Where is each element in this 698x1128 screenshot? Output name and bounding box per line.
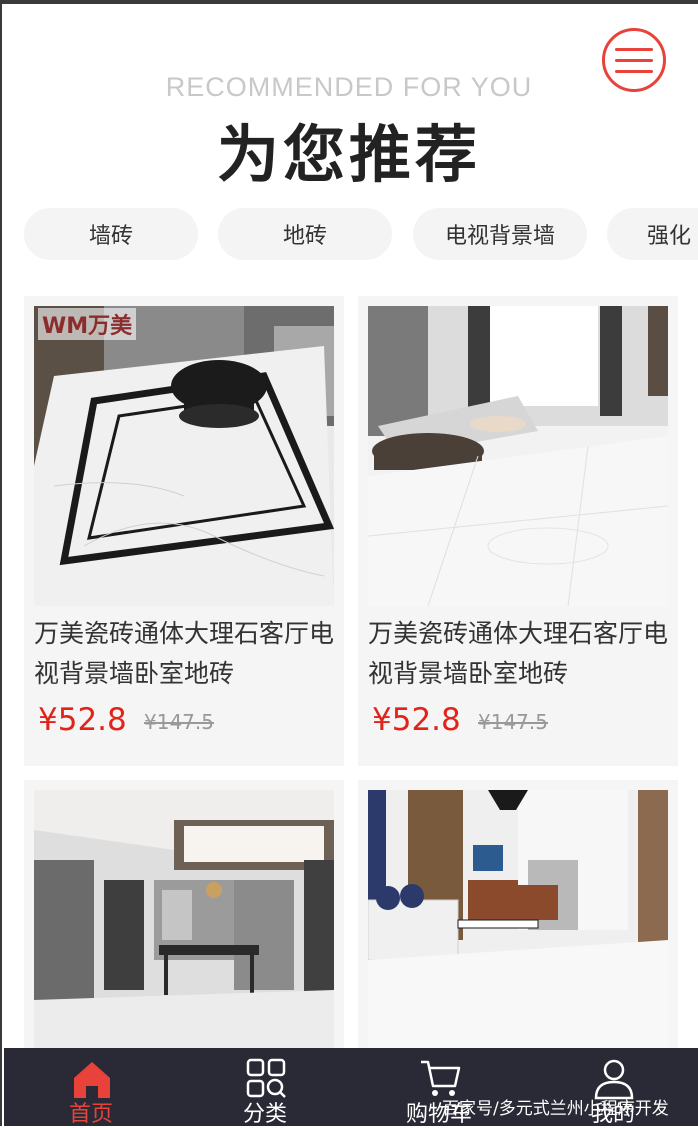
product-card[interactable] [24, 780, 344, 1080]
top-border [0, 0, 698, 4]
tab-home[interactable]: 首页 [4, 1048, 178, 1127]
home-icon [74, 1062, 110, 1098]
category-tab-laminate[interactable]: 强化 [607, 208, 698, 260]
grid-search-icon [246, 1058, 286, 1098]
product-original-price: ¥147.5 [478, 710, 548, 734]
brand-logo: WM万美 [38, 308, 137, 340]
category-tab-wall-tile[interactable]: 墙砖 [24, 208, 198, 260]
tab-label: 首页 [68, 1102, 113, 1127]
hamburger-icon-line [615, 47, 653, 51]
category-tabs: 墙砖 地砖 电视背景墙 强化 [0, 208, 698, 260]
product-card[interactable] [358, 780, 678, 1080]
product-name[interactable]: 万美瓷砖通体大理石客厅电视背景墙卧室地砖 [368, 614, 668, 694]
product-image[interactable] [368, 790, 668, 1048]
tab-label: 分类 [242, 1102, 287, 1127]
product-price: ¥52.8 [38, 702, 127, 738]
category-tab-tv-wall[interactable]: 电视背景墙 [413, 208, 587, 260]
product-card[interactable]: WM万美 万美瓷砖通体大理石客厅电视背景墙卧室地砖 ¥52.8 ¥147.5 [24, 296, 344, 766]
section-title: 为您推荐 [216, 118, 481, 191]
product-original-price: ¥147.5 [144, 710, 214, 734]
product-image[interactable] [34, 790, 334, 1048]
product-image[interactable] [368, 306, 668, 606]
product-name[interactable]: 万美瓷砖通体大理石客厅电视背景墙卧室地砖 [34, 614, 334, 694]
hamburger-icon-line [615, 58, 653, 62]
tab-category[interactable]: 分类 [178, 1048, 352, 1127]
section-subtitle: RECOMMENDED FOR YOU [165, 72, 533, 102]
product-price: ¥52.8 [372, 702, 461, 738]
product-image[interactable]: WM万美 [34, 306, 334, 606]
category-tab-floor-tile[interactable]: 地砖 [218, 208, 392, 260]
product-card[interactable]: 万美瓷砖通体大理石客厅电视背景墙卧室地砖 ¥52.8 ¥147.5 [358, 296, 678, 766]
watermark: 百家号/多元式兰州小程序开发 [442, 1099, 669, 1119]
